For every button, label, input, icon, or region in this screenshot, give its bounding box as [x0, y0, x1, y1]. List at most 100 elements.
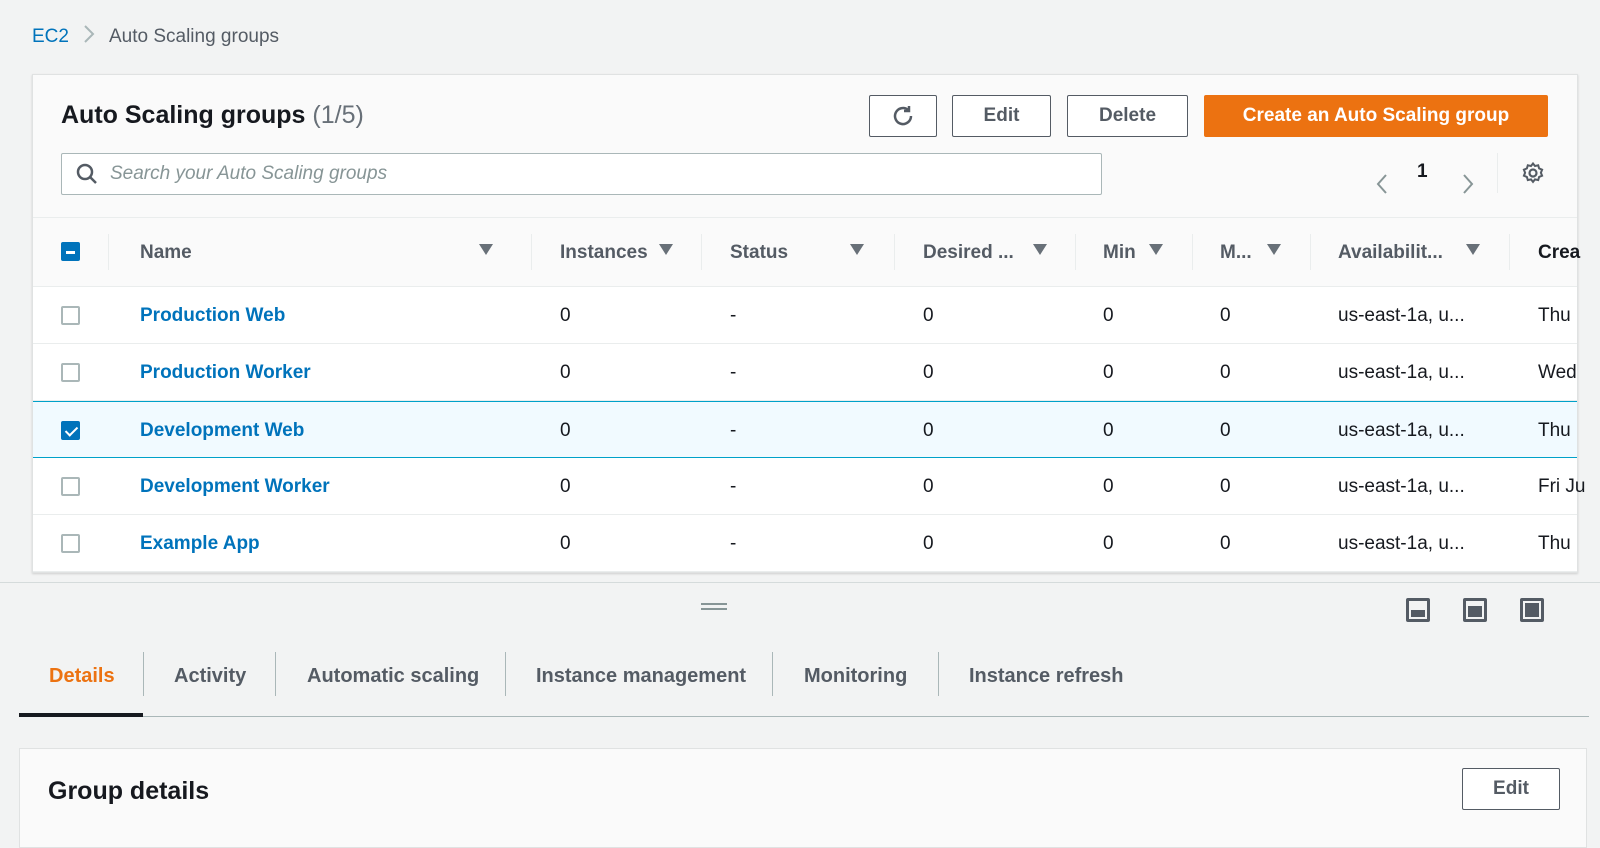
cell-max: 0 — [1220, 305, 1231, 326]
active-tab-indicator — [19, 713, 143, 717]
search-icon — [76, 163, 97, 184]
split-bottom-small-icon[interactable] — [1406, 598, 1430, 622]
group-name-link[interactable]: Development Web — [140, 420, 304, 442]
sort-icon[interactable] — [1033, 244, 1047, 255]
cell-created: Wed — [1538, 362, 1577, 383]
cell-desired: 0 — [923, 533, 934, 554]
details-tabs: Details Activity Automatic scaling Insta… — [19, 648, 1589, 717]
cell-min: 0 — [1103, 305, 1114, 326]
cell-status: - — [730, 362, 737, 383]
refresh-icon — [893, 106, 913, 126]
table-row[interactable]: Development Web 0 - 0 0 0 us-east-1a, u... Thu — [33, 401, 1577, 458]
table-row[interactable]: Production Web 0 - 0 0 0 us-east-1a, u... Thu — [33, 287, 1577, 344]
next-page-icon[interactable] — [1461, 173, 1475, 201]
cell-az: us-east-1a, u... — [1338, 305, 1465, 326]
delete-button[interactable]: Delete — [1067, 95, 1188, 137]
cell-instances: 0 — [560, 305, 571, 326]
group-details-title: Group details — [48, 777, 210, 805]
table-row[interactable]: Development Worker 0 - 0 0 0 us-east-1a, u... F… — [33, 458, 1586, 515]
tab-automatic-scaling[interactable]: Automatic scaling — [307, 665, 479, 688]
tab-instance-refresh[interactable]: Instance refresh — [969, 665, 1124, 688]
cell-az: us-east-1a, u... — [1338, 420, 1465, 441]
sort-icon[interactable] — [479, 244, 493, 255]
cell-instances: 0 — [560, 362, 571, 383]
group-name-link[interactable]: Development Worker — [140, 476, 330, 498]
column-status[interactable]: Status — [730, 242, 788, 264]
column-name[interactable]: Name — [140, 242, 192, 264]
group-details-edit-button[interactable]: Edit — [1462, 768, 1560, 810]
breadcrumb-ec2-link[interactable]: EC2 — [32, 26, 69, 48]
cell-desired: 0 — [923, 362, 934, 383]
settings-gear-icon[interactable] — [1521, 161, 1545, 190]
column-availability-zones[interactable]: Availabilit... — [1338, 242, 1443, 264]
chevron-right-icon — [83, 24, 95, 50]
tab-activity[interactable]: Activity — [174, 665, 246, 688]
sort-icon[interactable] — [659, 244, 673, 255]
table-row[interactable]: Production Worker 0 - 0 0 0 us-east-1a, u... We… — [33, 344, 1577, 401]
cell-status: - — [730, 305, 737, 326]
sort-icon[interactable] — [850, 244, 864, 255]
cell-created: Thu — [1538, 533, 1571, 554]
cell-instances: 0 — [560, 533, 571, 554]
cell-max: 0 — [1220, 533, 1231, 554]
column-created[interactable]: Crea — [1538, 242, 1580, 264]
cell-status: - — [730, 476, 737, 497]
tab-details[interactable]: Details — [49, 665, 115, 688]
column-min[interactable]: Min — [1103, 242, 1136, 264]
panel-header: Auto Scaling groups (1/5) Edit Delete Cr… — [33, 75, 1577, 218]
cell-instances: 0 — [560, 420, 571, 441]
split-full-icon[interactable] — [1520, 598, 1544, 622]
column-instances[interactable]: Instances — [560, 242, 648, 264]
group-name-link[interactable]: Example App — [140, 533, 260, 555]
previous-page-icon[interactable] — [1375, 173, 1389, 201]
cell-created: Fri Ju — [1538, 476, 1586, 497]
cell-status: - — [730, 533, 737, 554]
cell-min: 0 — [1103, 420, 1114, 441]
breadcrumb: EC2 Auto Scaling groups — [32, 24, 279, 50]
split-bottom-medium-icon[interactable] — [1463, 598, 1487, 622]
column-max[interactable]: M... — [1220, 242, 1252, 264]
cell-min: 0 — [1103, 476, 1114, 497]
sort-icon[interactable] — [1149, 244, 1163, 255]
selection-count: (1/5) — [312, 101, 364, 129]
create-auto-scaling-group-button[interactable]: Create an Auto Scaling group — [1204, 95, 1548, 137]
sort-icon[interactable] — [1267, 244, 1281, 255]
group-details-panel: Group details Edit — [19, 748, 1587, 848]
sort-icon[interactable] — [1466, 244, 1480, 255]
cell-min: 0 — [1103, 533, 1114, 554]
divider — [1497, 153, 1498, 193]
table-row[interactable]: Example App 0 - 0 0 0 us-east-1a, u... Thu — [33, 515, 1577, 572]
row-checkbox[interactable] — [61, 477, 80, 496]
cell-instances: 0 — [560, 476, 571, 497]
row-checkbox[interactable] — [61, 534, 80, 553]
search-placeholder: Search your Auto Scaling groups — [110, 163, 388, 184]
breadcrumb-current: Auto Scaling groups — [108, 26, 280, 47]
row-checkbox[interactable] — [61, 306, 80, 325]
page-number[interactable]: 1 — [1417, 161, 1428, 183]
group-name-link[interactable]: Production Web — [140, 305, 285, 327]
edit-button[interactable]: Edit — [952, 95, 1051, 137]
cell-az: us-east-1a, u... — [1338, 533, 1465, 554]
cell-created: Thu — [1538, 305, 1571, 326]
search-input[interactable]: Search your Auto Scaling groups — [61, 153, 1102, 195]
cell-desired: 0 — [923, 305, 934, 326]
group-name-link[interactable]: Production Worker — [140, 362, 311, 384]
cell-min: 0 — [1103, 362, 1114, 383]
table-header: Name Instances Status Desired ... Min M.… — [33, 218, 1580, 287]
cell-az: us-east-1a, u... — [1338, 476, 1465, 497]
cell-max: 0 — [1220, 362, 1231, 383]
row-checkbox[interactable] — [61, 363, 80, 382]
refresh-button[interactable] — [869, 95, 937, 137]
tab-monitoring[interactable]: Monitoring — [804, 665, 907, 688]
auto-scaling-groups-panel: Auto Scaling groups (1/5) Edit Delete Cr… — [32, 74, 1586, 573]
row-checkbox[interactable] — [61, 421, 80, 440]
tab-instance-management[interactable]: Instance management — [536, 665, 746, 688]
column-desired[interactable]: Desired ... — [923, 242, 1014, 264]
cell-desired: 0 — [923, 476, 934, 497]
split-panel-divider — [0, 582, 1600, 583]
select-all-checkbox[interactable] — [61, 242, 80, 261]
cell-status: - — [730, 420, 737, 441]
cell-desired: 0 — [923, 420, 934, 441]
cell-max: 0 — [1220, 420, 1231, 441]
drag-handle-icon[interactable] — [701, 603, 727, 610]
